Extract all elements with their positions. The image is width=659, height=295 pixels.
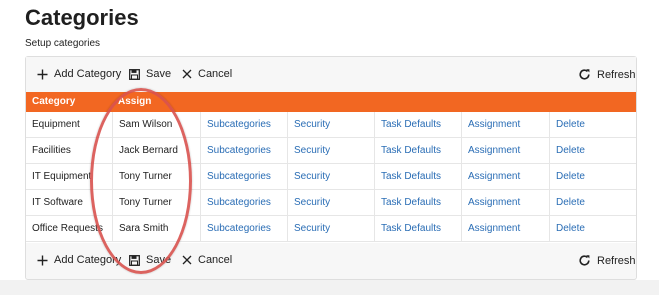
page-title: Categories xyxy=(25,5,139,30)
refresh-button[interactable]: Refresh xyxy=(578,68,636,81)
add-category-button-bottom[interactable]: Add Category xyxy=(37,254,121,266)
refresh-icon xyxy=(578,68,591,81)
plus-icon xyxy=(37,69,48,80)
table-row: IT Software Tony Turner Subcategories Se… xyxy=(26,190,636,216)
add-category-button[interactable]: Add Category xyxy=(37,68,121,80)
refresh-button-bottom[interactable]: Refresh xyxy=(578,254,636,267)
cancel-button[interactable]: Cancel xyxy=(182,68,232,80)
assign-cell: Tony Turner xyxy=(112,164,200,190)
task-defaults-link[interactable]: Task Defaults xyxy=(374,164,461,190)
cancel-button-bottom[interactable]: Cancel xyxy=(182,254,232,266)
close-icon xyxy=(182,255,192,265)
security-link[interactable]: Security xyxy=(287,164,374,190)
subcategories-link[interactable]: Subcategories xyxy=(200,112,287,138)
assignment-link[interactable]: Assignment xyxy=(461,164,549,190)
assignment-link[interactable]: Assignment xyxy=(461,190,549,216)
table-row: IT Equipment Tony Turner Subcategories S… xyxy=(26,164,636,190)
task-defaults-link[interactable]: Task Defaults xyxy=(374,138,461,164)
plus-icon xyxy=(37,255,48,266)
save-button[interactable]: Save xyxy=(129,68,171,80)
column-header-category[interactable]: Category xyxy=(32,92,75,112)
delete-link[interactable]: Delete xyxy=(549,190,636,216)
close-icon xyxy=(182,69,192,79)
table-row: Facilities Jack Bernard Subcategories Se… xyxy=(26,138,636,164)
subcategories-link[interactable]: Subcategories xyxy=(200,216,287,242)
grid-header: Category Assign xyxy=(26,92,636,112)
cancel-label: Cancel xyxy=(198,68,233,80)
category-cell: Office Requests xyxy=(32,223,103,234)
save-button-bottom[interactable]: Save xyxy=(129,254,171,266)
subcategories-link[interactable]: Subcategories xyxy=(200,164,287,190)
assign-cell: Tony Turner xyxy=(112,190,200,216)
categories-panel: Add Category Save Cancel Refresh Categor… xyxy=(25,56,637,280)
column-header-assign[interactable]: Assign xyxy=(118,92,151,112)
assign-cell: Sara Smith xyxy=(112,216,200,242)
floppy-disk-icon xyxy=(129,254,140,266)
task-defaults-link[interactable]: Task Defaults xyxy=(374,190,461,216)
category-cell: IT Software xyxy=(32,197,83,208)
assignment-link[interactable]: Assignment xyxy=(461,216,549,242)
table-row: Equipment Sam Wilson Subcategories Secur… xyxy=(26,112,636,138)
category-cell: Facilities xyxy=(32,145,71,156)
assign-cell: Jack Bernard xyxy=(112,138,200,164)
assignment-link[interactable]: Assignment xyxy=(461,112,549,138)
security-link[interactable]: Security xyxy=(287,138,374,164)
delete-link[interactable]: Delete xyxy=(549,138,636,164)
top-toolbar: Add Category Save Cancel Refresh xyxy=(26,57,636,92)
floppy-disk-icon xyxy=(129,68,140,80)
category-cell: Equipment xyxy=(32,119,80,130)
save-label: Save xyxy=(146,254,172,266)
delete-link[interactable]: Delete xyxy=(549,164,636,190)
category-cell: IT Equipment xyxy=(32,171,92,182)
assign-cell: Sam Wilson xyxy=(112,112,200,138)
delete-link[interactable]: Delete xyxy=(549,112,636,138)
page-footer-band xyxy=(0,280,659,295)
security-link[interactable]: Security xyxy=(287,216,374,242)
add-category-label: Add Category xyxy=(54,254,122,266)
add-category-label: Add Category xyxy=(54,68,122,80)
assignment-link[interactable]: Assignment xyxy=(461,138,549,164)
table-row: Office Requests Sara Smith Subcategories… xyxy=(26,216,636,242)
subcategories-link[interactable]: Subcategories xyxy=(200,190,287,216)
task-defaults-link[interactable]: Task Defaults xyxy=(374,112,461,138)
security-link[interactable]: Security xyxy=(287,190,374,216)
refresh-label: Refresh xyxy=(597,254,636,267)
security-link[interactable]: Security xyxy=(287,112,374,138)
delete-link[interactable]: Delete xyxy=(549,216,636,242)
task-defaults-link[interactable]: Task Defaults xyxy=(374,216,461,242)
refresh-label: Refresh xyxy=(597,68,636,81)
bottom-toolbar: Add Category Save Cancel Refresh xyxy=(26,243,636,278)
cancel-label: Cancel xyxy=(198,254,233,266)
categories-table: Equipment Sam Wilson Subcategories Secur… xyxy=(26,112,636,243)
page-subtitle: Setup categories xyxy=(25,38,101,49)
save-label: Save xyxy=(146,68,172,80)
subcategories-link[interactable]: Subcategories xyxy=(200,138,287,164)
refresh-icon xyxy=(578,254,591,267)
